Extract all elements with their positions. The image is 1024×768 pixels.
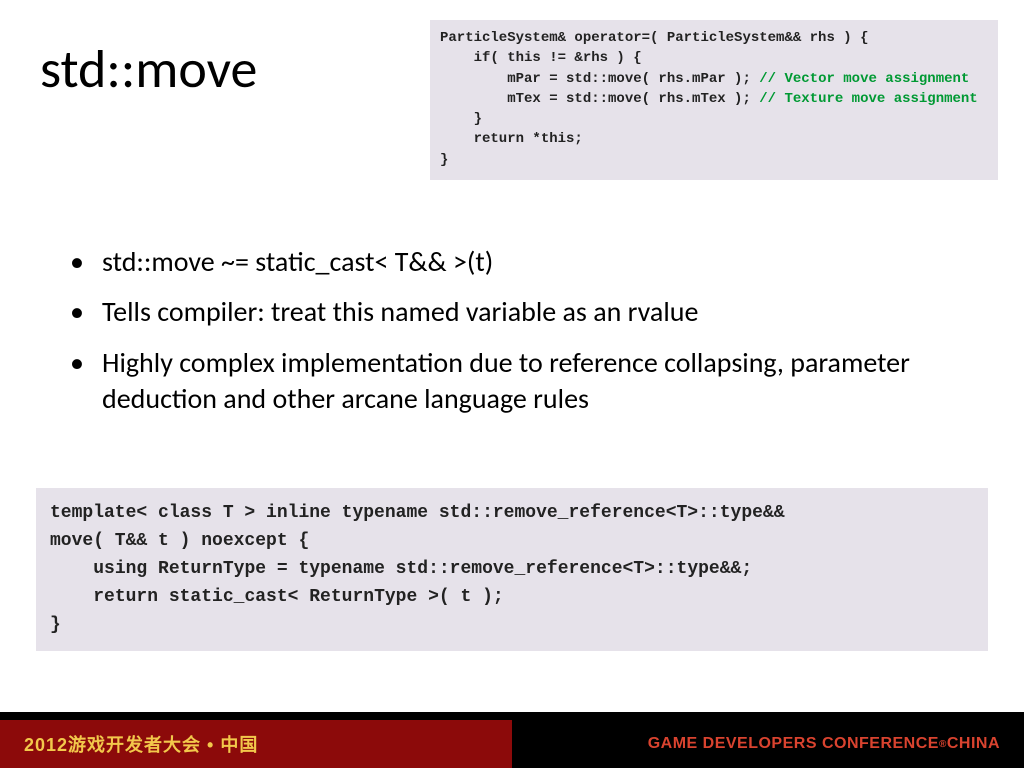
code-block-bottom: template< class T > inline typename std:… — [36, 488, 988, 651]
footer: 2012游戏开发者大会 • 中国 GAME DEVELOPERS CONFERE… — [0, 720, 1024, 768]
code-line: } — [440, 152, 448, 168]
code-comment: // Texture move assignment — [759, 91, 977, 107]
code-line: } — [440, 111, 482, 127]
bullet-item: std::move ~= static_cast< T&& >(t) — [70, 244, 970, 280]
code-line: mPar = std::move( rhs.mPar ); — [440, 71, 759, 87]
bullet-item: Tells compiler: treat this named variabl… — [70, 294, 970, 330]
footer-left: 2012游戏开发者大会 • 中国 — [0, 720, 512, 768]
footer-right-text-b: CHINA — [947, 735, 1000, 753]
code-comment: // Vector move assignment — [759, 71, 969, 87]
footer-right-text: GAME DEVELOPERS CONFERENCE — [648, 735, 939, 753]
bullet-list: std::move ~= static_cast< T&& >(t) Tells… — [70, 244, 970, 432]
footer-divider — [0, 712, 1024, 720]
slide-title: std::move — [40, 36, 257, 102]
slide: std::move ParticleSystem& operator=( Par… — [0, 0, 1024, 768]
footer-right: GAME DEVELOPERS CONFERENCE® CHINA — [512, 720, 1024, 768]
code-block-top: ParticleSystem& operator=( ParticleSyste… — [430, 20, 998, 180]
code-line: if( this != &rhs ) { — [440, 50, 642, 66]
bullet-item: Highly complex implementation due to ref… — [70, 345, 970, 418]
code-line: mTex = std::move( rhs.mTex ); — [440, 91, 759, 107]
code-line: return *this; — [440, 131, 583, 147]
registered-icon: ® — [939, 739, 947, 750]
code-line: ParticleSystem& operator=( ParticleSyste… — [440, 30, 868, 46]
